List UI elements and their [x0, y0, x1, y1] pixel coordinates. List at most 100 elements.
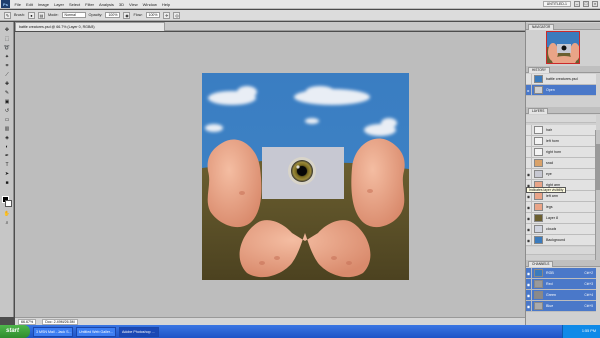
canvas-area[interactable]	[15, 32, 525, 317]
channel-row-blue[interactable]: ◉ Blue Ctrl+5	[526, 300, 596, 312]
layers-scrollbar-thumb[interactable]	[596, 144, 600, 190]
eye-visibility-icon[interactable]: ◉	[526, 201, 532, 213]
history-brush-source-icon[interactable]	[526, 73, 532, 85]
menu-filter[interactable]: Filter	[83, 2, 97, 7]
magic-wand-icon[interactable]: ✦	[2, 53, 12, 62]
eye-visibility-icon[interactable]: ◉	[526, 223, 532, 235]
menu-help[interactable]: Help	[159, 2, 172, 7]
brush-panel-toggle-icon[interactable]: ▤	[37, 11, 45, 19]
gradient-icon[interactable]: ▥	[2, 125, 12, 134]
layer-row-snail[interactable]: snail	[526, 157, 596, 169]
brush-icon[interactable]: ✎	[2, 89, 12, 98]
maximize-button[interactable]: □	[583, 1, 589, 7]
layer-name: hair	[546, 128, 552, 132]
workspace-switcher[interactable]: UNTITLED-1	[542, 1, 571, 7]
crop-icon[interactable]: ⌗	[2, 62, 12, 71]
menu-3d[interactable]: 3D	[116, 2, 126, 7]
channel-row-rgb[interactable]: ◉ RGB Ctrl+2	[526, 267, 596, 279]
layer-row-background[interactable]: ◉ Background	[526, 234, 596, 246]
shape-icon[interactable]: ■	[2, 179, 12, 188]
artwork-image[interactable]	[202, 73, 409, 280]
eye-visibility-icon[interactable]: ◉	[526, 267, 532, 279]
mode-select[interactable]: Normal	[61, 12, 86, 18]
menu-layer[interactable]: Layer	[51, 2, 66, 7]
visibility-toggle[interactable]	[526, 146, 532, 158]
brush-label: Brush:	[14, 13, 25, 17]
eye-visibility-icon[interactable]: ◉	[526, 300, 532, 312]
layer-name: right horn	[546, 150, 562, 154]
brush-preset-picker[interactable]: ●	[27, 11, 35, 19]
layer-thumbnail	[534, 148, 543, 156]
zoom-level[interactable]: 66.67%	[18, 318, 37, 325]
panel-dock: NAVIGATOR HISTORY battle creatures.psd ▸…	[525, 22, 600, 325]
tab-layers[interactable]: LAYERS	[528, 108, 549, 114]
visibility-toggle[interactable]	[526, 135, 532, 147]
hand-icon[interactable]: ✋	[2, 210, 12, 219]
background-color-swatch[interactable]	[5, 200, 12, 207]
layer-row-layer-8[interactable]: ◉ Layer 8	[526, 212, 596, 224]
history-item-open[interactable]: ▸ Open	[526, 84, 596, 96]
taskbar-button-gallery[interactable]: Untitled Web Galler...	[76, 326, 116, 337]
eraser-icon[interactable]: ▭	[2, 116, 12, 125]
layer-row-right-horn[interactable]: right horn	[526, 146, 596, 158]
pressure-size-icon[interactable]: ◎	[173, 11, 181, 19]
system-tray-clock[interactable]: 1:55 PM	[562, 325, 600, 338]
minimize-button[interactable]: –	[574, 1, 580, 7]
pressure-opacity-icon[interactable]: ◉	[123, 11, 131, 19]
channel-row-red[interactable]: ◉ Red Ctrl+3	[526, 278, 596, 290]
marquee-icon[interactable]: ⬚	[2, 35, 12, 44]
layer-row-legs[interactable]: ◉ legs	[526, 201, 596, 213]
layer-row-eye[interactable]: ◉ eye	[526, 168, 596, 180]
history-snapshot[interactable]: battle creatures.psd	[526, 73, 596, 85]
healing-icon[interactable]: ✚	[2, 80, 12, 89]
zoom-icon[interactable]: ⌕	[2, 219, 12, 228]
lasso-icon[interactable]: ➰	[2, 44, 12, 53]
tab-history[interactable]: HISTORY	[528, 67, 551, 73]
airbrush-icon[interactable]: ✈	[163, 11, 171, 19]
menu-image[interactable]: Image	[35, 2, 51, 7]
menu-window[interactable]: Window	[140, 2, 159, 7]
menu-view[interactable]: View	[127, 2, 141, 7]
layer-row-left-horn[interactable]: left horn	[526, 135, 596, 147]
pen-icon[interactable]: ✒	[2, 152, 12, 161]
eyedropper-icon[interactable]: ⟋	[2, 71, 12, 80]
layer-thumbnail	[534, 214, 543, 222]
menu-file[interactable]: File	[12, 2, 23, 7]
layer-row-hair[interactable]: hair	[526, 124, 596, 136]
layer-row-clouds[interactable]: ◉ clouds	[526, 223, 596, 235]
document-tab[interactable]: battle creatures.psd @ 66.7% (Layer 0, R…	[15, 22, 165, 31]
close-button[interactable]: ×	[592, 1, 598, 7]
tab-navigator[interactable]: NAVIGATOR	[528, 24, 555, 30]
path-select-icon[interactable]: ➤	[2, 170, 12, 179]
taskbar-button-mail[interactable]: 3 MSN Mail - Jack S...	[33, 326, 73, 337]
channel-shortcut: Ctrl+2	[584, 271, 593, 275]
eye-visibility-icon[interactable]: ◉	[526, 234, 532, 246]
channel-row-green[interactable]: ◉ Green Ctrl+4	[526, 289, 596, 301]
opacity-field[interactable]: 100%	[105, 12, 121, 18]
visibility-toggle[interactable]	[526, 157, 532, 169]
document-tab-bar: battle creatures.psd @ 66.7% (Layer 0, R…	[15, 22, 525, 31]
eye-visibility-icon[interactable]: ◉	[526, 212, 532, 224]
blur-icon[interactable]: ◈	[2, 134, 12, 143]
dodge-icon[interactable]: ◐	[2, 143, 12, 152]
tab-channels[interactable]: CHANNELS	[528, 261, 554, 267]
eye-visibility-icon[interactable]: ◉	[526, 278, 532, 290]
menu-select[interactable]: Select	[67, 2, 83, 7]
navigator-preview[interactable]	[546, 31, 580, 64]
eye-visibility-icon[interactable]: ◉	[526, 289, 532, 301]
layers-scrollbar[interactable]	[595, 130, 600, 267]
type-icon[interactable]: T	[2, 161, 12, 170]
tool-preset-icon[interactable]: ✎	[4, 11, 11, 19]
eye-visibility-icon[interactable]: ◉	[526, 168, 532, 180]
history-brush-icon[interactable]: ↺	[2, 107, 12, 116]
visibility-toggle[interactable]	[526, 124, 532, 136]
taskbar-button-photoshop[interactable]: Adobe Photoshop ...	[119, 326, 159, 337]
channel-shortcut: Ctrl+3	[584, 282, 593, 286]
start-button[interactable]: start	[0, 325, 30, 338]
menu-edit[interactable]: Edit	[23, 2, 35, 7]
move-icon[interactable]: ✥	[2, 26, 12, 35]
flow-field[interactable]: 100%	[145, 12, 161, 18]
clone-stamp-icon[interactable]: ▣	[2, 98, 12, 107]
history-item-label: Open	[546, 88, 555, 92]
menu-analysis[interactable]: Analysis	[97, 2, 117, 7]
